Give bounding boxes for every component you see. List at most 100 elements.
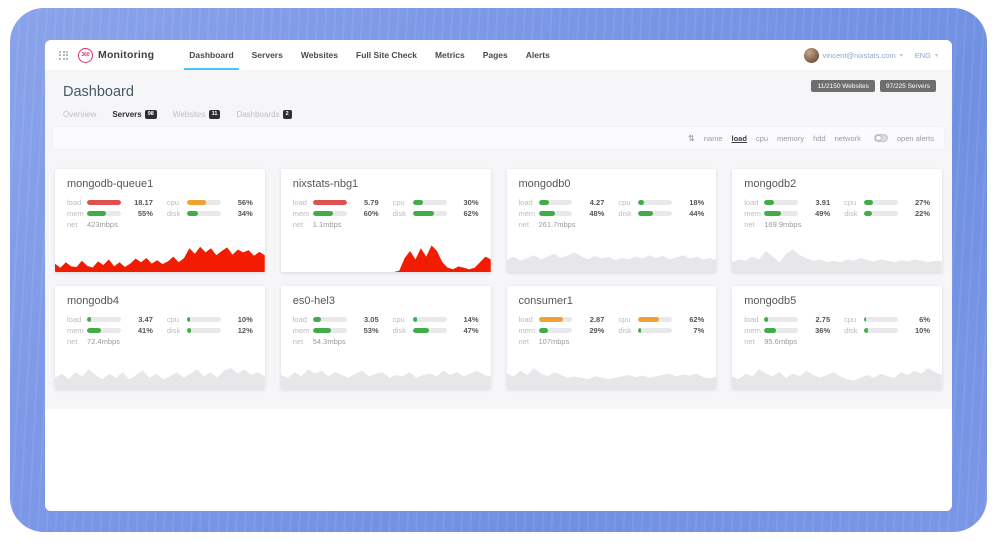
load-label: load — [293, 315, 313, 324]
content-area: Dashboard 11/2150 Websites97/225 Servers… — [45, 70, 952, 511]
disk-bar — [864, 328, 898, 333]
server-card[interactable]: mongodb-queue1 load 18.17 mem 55% net 42… — [55, 169, 265, 272]
cpu-value: 10% — [227, 315, 253, 324]
cpu-bar — [413, 200, 447, 205]
disk-bar — [413, 211, 447, 216]
summary-badge[interactable]: 97/225 Servers — [880, 80, 936, 92]
tab-label: Overview — [63, 110, 96, 119]
nav-item-alerts[interactable]: Alerts — [517, 40, 559, 70]
brand-name: Monitoring — [98, 49, 154, 61]
dashboard-section: Dashboard 11/2150 Websites97/225 Servers… — [45, 70, 952, 409]
mem-label: mem — [519, 209, 539, 218]
mem-value: 53% — [353, 326, 379, 335]
cpu-label: cpu — [167, 315, 187, 324]
net-label: net — [293, 337, 313, 346]
tab-overview[interactable]: Overview — [63, 110, 96, 119]
tab-count-badge: 98 — [145, 110, 157, 119]
server-card[interactable]: mongodb5 load 2.75 mem 36% net 95.6mbps — [732, 286, 942, 389]
open-alerts-label[interactable]: open alerts — [897, 134, 934, 143]
disk-label: disk — [393, 326, 413, 335]
nav-item-pages[interactable]: Pages — [474, 40, 517, 70]
disk-value: 22% — [904, 209, 930, 218]
load-bar — [764, 200, 798, 205]
load-label: load — [67, 198, 87, 207]
page-header: Dashboard 11/2150 Websites97/225 Servers — [53, 70, 944, 100]
sort-icon[interactable]: ⇅ — [688, 134, 695, 143]
cpu-bar — [187, 200, 221, 205]
server-card[interactable]: mongodb4 load 3.47 mem 41% net 72.4mbps — [55, 286, 265, 389]
cpu-bar — [413, 317, 447, 322]
server-name: mongodb5 — [732, 286, 942, 314]
mem-bar — [539, 211, 573, 216]
load-value: 2.75 — [804, 315, 830, 324]
server-metrics: load 5.79 mem 60% net 1.1mbps cpu — [281, 197, 491, 230]
nav-item-websites[interactable]: Websites — [292, 40, 347, 70]
disk-label: disk — [393, 209, 413, 218]
sort-option-name[interactable]: name — [704, 134, 723, 143]
cpu-bar — [638, 200, 672, 205]
sort-option-memory[interactable]: memory — [777, 134, 804, 143]
mem-label: mem — [519, 326, 539, 335]
cpu-label: cpu — [167, 198, 187, 207]
mem-value: 55% — [127, 209, 153, 218]
sparkline-chart — [732, 242, 942, 272]
net-value: 423mbps — [87, 220, 118, 229]
cpu-value: 56% — [227, 198, 253, 207]
cpu-bar — [638, 317, 672, 322]
sort-option-cpu[interactable]: cpu — [756, 134, 768, 143]
mem-bar — [313, 328, 347, 333]
server-metrics: load 3.47 mem 41% net 72.4mbps cpu — [55, 314, 265, 347]
server-card[interactable]: nixstats-nbg1 load 5.79 mem 60% net 1.1m… — [281, 169, 491, 272]
mem-bar — [764, 211, 798, 216]
nav-item-servers[interactable]: Servers — [243, 40, 292, 70]
logo[interactable]: 360 Monitoring — [78, 48, 154, 63]
tab-servers[interactable]: Servers98 — [112, 110, 156, 119]
tab-dashboards[interactable]: Dashboards2 — [236, 110, 291, 119]
tab-websites[interactable]: Websites11 — [173, 110, 221, 119]
sort-option-hdd[interactable]: hdd — [813, 134, 826, 143]
server-metrics: load 4.27 mem 48% net 261.7mbps cpu — [507, 197, 717, 230]
disk-label: disk — [618, 209, 638, 218]
avatar[interactable] — [804, 48, 819, 63]
load-value: 5.79 — [353, 198, 379, 207]
net-value: 261.7mbps — [539, 220, 576, 229]
server-name: mongodb4 — [55, 286, 265, 314]
chevron-down-icon: ▾ — [935, 52, 938, 59]
server-card[interactable]: es0-hel3 load 3.05 mem 53% net 54.3mbps — [281, 286, 491, 389]
sparkline-chart — [507, 359, 717, 389]
language-selector[interactable]: ENG — [915, 51, 931, 60]
server-name: mongodb2 — [732, 169, 942, 197]
sort-options: name loadcpu memory hdd network — [704, 134, 861, 143]
sparkline-chart — [55, 242, 265, 272]
server-card[interactable]: mongodb0 load 4.27 mem 48% net 261.7mbps — [507, 169, 717, 272]
mem-label: mem — [744, 209, 764, 218]
load-label: load — [744, 198, 764, 207]
screenshot-canvas: 360 Monitoring DashboardServersWebsitesF… — [0, 0, 997, 543]
apps-grid-icon[interactable] — [59, 51, 68, 60]
user-email[interactable]: vincent@nixstats.com — [823, 51, 896, 60]
cpu-bar — [187, 317, 221, 322]
sort-option-load[interactable]: load — [732, 134, 747, 143]
nav-item-full-site-check[interactable]: Full Site Check — [347, 40, 426, 70]
disk-label: disk — [167, 209, 187, 218]
nav-item-metrics[interactable]: Metrics — [426, 40, 474, 70]
open-alerts-toggle[interactable] — [874, 134, 888, 142]
net-label: net — [67, 220, 87, 229]
disk-bar — [413, 328, 447, 333]
server-card[interactable]: mongodb2 load 3.91 mem 49% net 169.9mbps — [732, 169, 942, 272]
sort-option-network[interactable]: network — [835, 134, 861, 143]
summary-badges: 11/2150 Websites 97/225 Servers — [811, 80, 936, 92]
nav-item-dashboard[interactable]: Dashboard — [180, 40, 242, 70]
sparkline-chart — [55, 359, 265, 389]
load-label: load — [519, 315, 539, 324]
cpu-value: 30% — [453, 198, 479, 207]
load-bar — [313, 200, 347, 205]
disk-value: 62% — [453, 209, 479, 218]
disk-label: disk — [844, 326, 864, 335]
cpu-label: cpu — [844, 315, 864, 324]
summary-badge[interactable]: 11/2150 Websites — [811, 80, 874, 92]
load-value: 18.17 — [127, 198, 153, 207]
server-card[interactable]: consumer1 load 2.87 mem 29% net 107mbps — [507, 286, 717, 389]
server-name: es0-hel3 — [281, 286, 491, 314]
mem-value: 60% — [353, 209, 379, 218]
